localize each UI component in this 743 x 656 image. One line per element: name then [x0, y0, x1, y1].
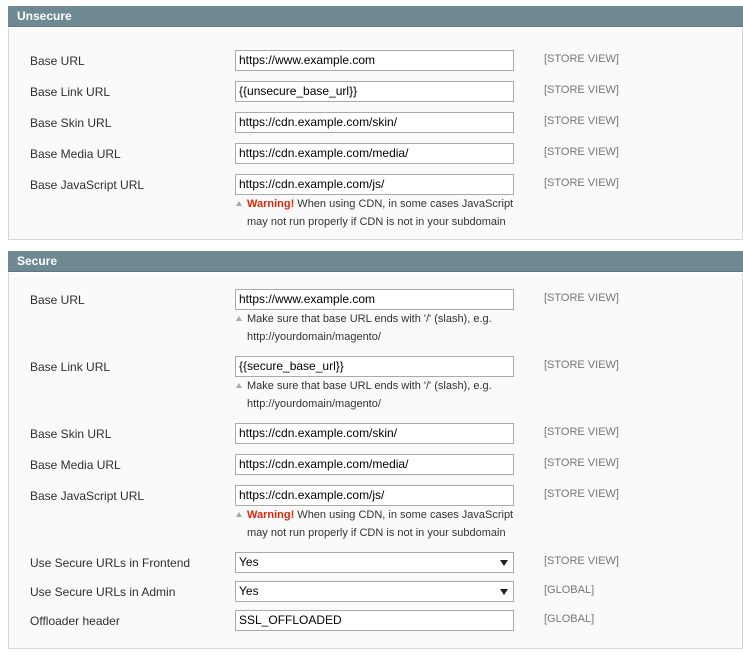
offloader-header-input[interactable]: SSL_OFFLOADED	[235, 610, 514, 631]
warning-label: Warning!	[247, 198, 295, 210]
field-label: Base Skin URL	[30, 427, 112, 441]
field-label: Base Media URL	[30, 458, 121, 472]
warning-triangle-icon	[236, 201, 242, 206]
field-label: Base URL	[30, 54, 85, 68]
unsecure-base-media-url-input[interactable]: https://cdn.example.com/media/	[235, 143, 514, 164]
scope-label: [STORE VIEW]	[544, 146, 619, 158]
selected-value: Yes	[239, 584, 259, 598]
secure-section-header[interactable]: Secure	[8, 251, 743, 272]
unsecure-section-body: Base URL https://www.example.com [STORE …	[8, 28, 743, 240]
scope-label: [STORE VIEW]	[544, 555, 619, 567]
field-label: Base Link URL	[30, 85, 111, 99]
field-label: Base Skin URL	[30, 116, 112, 130]
warning-text: When using CDN, in some cases JavaScript	[294, 198, 514, 210]
field-label: Base JavaScript URL	[30, 489, 145, 503]
note-line-2: may not run properly if CDN is not in yo…	[247, 527, 506, 539]
warning-triangle-icon	[236, 512, 242, 517]
scope-label: [GLOBAL]	[544, 613, 595, 625]
field-label: Use Secure URLs in Admin	[30, 585, 176, 599]
secure-base-skin-url-input[interactable]: https://cdn.example.com/skin/	[235, 423, 514, 444]
scope-label: [STORE VIEW]	[544, 53, 619, 65]
note-line-2: may not run properly if CDN is not in yo…	[247, 216, 506, 228]
field-label: Base Media URL	[30, 147, 121, 161]
chevron-down-icon	[500, 589, 508, 595]
note-line-1: Make sure that base URL ends with '/' (s…	[247, 313, 492, 325]
scope-label: [STORE VIEW]	[544, 426, 619, 438]
secure-section-body: Base URL https://www.example.com [STORE …	[8, 273, 743, 649]
use-secure-frontend-select[interactable]: Yes	[235, 552, 514, 573]
selected-value: Yes	[239, 555, 259, 569]
secure-base-media-url-input[interactable]: https://cdn.example.com/media/	[235, 454, 514, 475]
unsecure-base-url-input[interactable]: https://www.example.com	[235, 50, 514, 71]
note-line-2: http://yourdomain/magento/	[247, 398, 381, 410]
unsecure-section: Unsecure Base URL https://www.example.co…	[8, 6, 743, 240]
warning-triangle-icon	[236, 316, 242, 321]
field-label: Base Link URL	[30, 360, 111, 374]
scope-label: [STORE VIEW]	[544, 115, 619, 127]
note-line-1: Warning! When using CDN, in some cases J…	[247, 195, 513, 213]
unsecure-base-js-url-input[interactable]: https://cdn.example.com/js/	[235, 174, 514, 195]
use-secure-admin-select[interactable]: Yes	[235, 581, 514, 602]
field-label: Base JavaScript URL	[30, 178, 145, 192]
field-label: Base URL	[30, 293, 85, 307]
unsecure-base-link-url-input[interactable]: {{unsecure_base_url}}	[235, 81, 514, 102]
field-label: Use Secure URLs in Frontend	[30, 556, 191, 570]
note-line-1: Warning! When using CDN, in some cases J…	[247, 506, 513, 524]
scope-label: [STORE VIEW]	[544, 457, 619, 469]
note-line-2: http://yourdomain/magento/	[247, 331, 381, 343]
chevron-down-icon	[500, 560, 508, 566]
unsecure-section-header[interactable]: Unsecure	[8, 6, 743, 27]
scope-label: [STORE VIEW]	[544, 359, 619, 371]
scope-label: [STORE VIEW]	[544, 177, 619, 189]
unsecure-base-skin-url-input[interactable]: https://cdn.example.com/skin/	[235, 112, 514, 133]
secure-base-js-url-input[interactable]: https://cdn.example.com/js/	[235, 485, 514, 506]
scope-label: [STORE VIEW]	[544, 488, 619, 500]
warning-label: Warning!	[247, 509, 295, 521]
warning-triangle-icon	[236, 383, 242, 388]
scope-label: [STORE VIEW]	[544, 84, 619, 96]
scope-label: [STORE VIEW]	[544, 292, 619, 304]
field-label: Offloader header	[30, 614, 120, 628]
warning-text: When using CDN, in some cases JavaScript	[294, 509, 514, 521]
secure-base-url-input[interactable]: https://www.example.com	[235, 289, 514, 310]
secure-base-link-url-input[interactable]: {{secure_base_url}}	[235, 356, 514, 377]
secure-section: Secure Base URL https://www.example.com …	[8, 251, 743, 649]
note-line-1: Make sure that base URL ends with '/' (s…	[247, 380, 492, 392]
scope-label: [GLOBAL]	[544, 584, 595, 596]
